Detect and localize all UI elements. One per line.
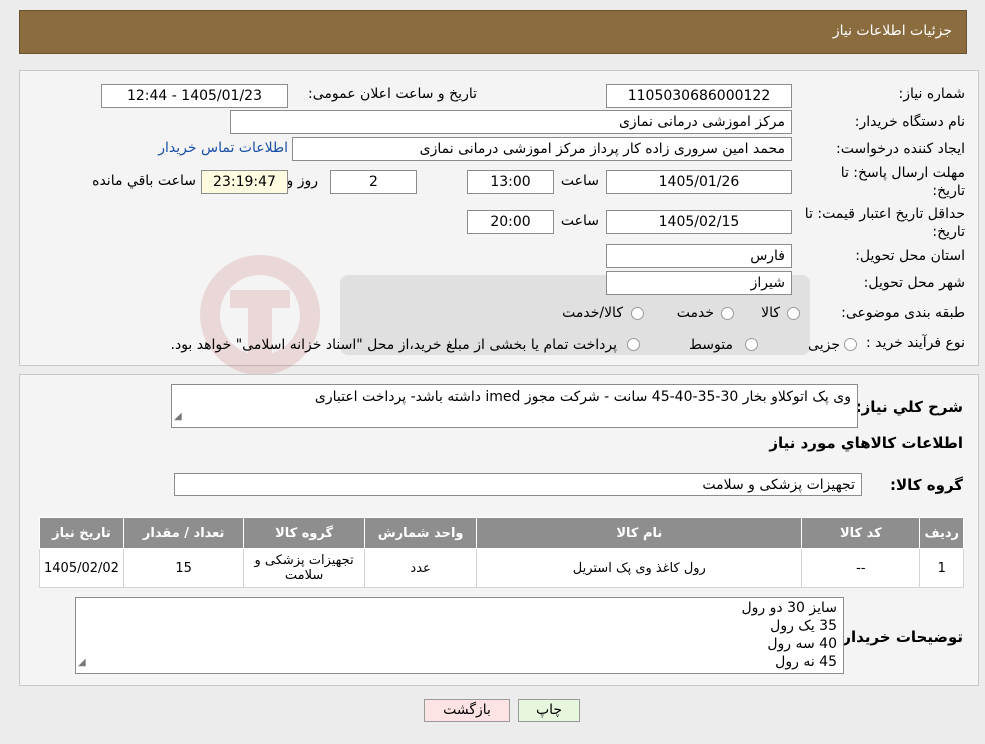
category-goods-label: کالا [761,305,780,321]
price-validity-time-field: 20:00 [467,210,554,234]
col-unit: واحد شمارش [363,517,478,549]
days-remaining-field: 2 [330,170,417,194]
cell-unit: عدد [363,548,478,588]
need-number-field: 1105030686000122 [606,84,792,108]
category-service-radio[interactable] [721,307,734,320]
province-field: فارس [606,244,792,268]
cell-row-number: 1 [919,548,964,588]
description-text: وی پک اتوکلاو بخار 30-35-40-45 سانت - شر… [314,389,851,405]
goods-table-header-row: ردیف کد کالا نام کالا واحد شمارش گروه کا… [39,517,964,549]
cell-need-date: 1405/02/02 [39,548,124,588]
buyer-notes-line: 35 یک رول [770,618,837,634]
creator-label: ایجاد کننده درخواست: [836,141,965,157]
category-goods-service-radio[interactable] [631,307,644,320]
category-goods-service-label: کالا/خدمت [562,305,623,321]
cell-goods-group: تجهیزات پزشکی و سلامت [243,548,365,588]
announce-datetime-field: 1405/01/23 - 12:44 [101,84,288,108]
reply-time-label: ساعت [560,173,599,189]
process-type-label: نوع فرآیند خرید : [866,335,965,351]
resize-grip-icon[interactable]: ◢ [78,654,86,672]
treasury-payment-radio[interactable] [627,338,640,351]
col-goods-group: گروه کالا [243,517,365,549]
process-minor-label: جزیی [808,337,840,353]
price-validity-label-line2: تاریخ: [932,224,965,240]
col-quantity: تعداد / مقدار [122,517,245,549]
price-validity-label: حداقل تاریخ اعتبار قیمت: تا [804,206,965,222]
reply-date-field: 1405/01/26 [606,170,792,194]
buyer-notes-textarea: سایز 30 دو رول 35 یک رول 40 سه رول 45 نه… [75,597,844,674]
price-validity-date-field: 1405/02/15 [606,210,792,234]
col-row-number: ردیف [919,517,964,549]
col-goods-code: کد کالا [801,517,921,549]
city-field: شیراز [606,271,792,295]
table-row: 1 -- رول کاغذ وی پک استریل عدد تجهیزات پ… [39,548,964,588]
resize-grip-icon[interactable]: ◢ [174,408,182,426]
process-medium-radio[interactable] [745,338,758,351]
reply-deadline-label: مهلت ارسال پاسخ: تا [840,165,965,181]
announce-datetime-label: تاریخ و ساعت اعلان عمومی: [308,86,477,102]
page-header: جزئیات اطلاعات نیاز [19,10,967,54]
print-button[interactable]: چاپ [518,699,580,722]
description-label: شرح کلي نياز: [855,398,963,416]
buyer-notes-line: سایز 30 دو رول [741,600,838,616]
goods-group-field: تجهیزات پزشکی و سلامت [174,473,862,496]
goods-info-title: اطلاعات کالاهاي مورد نياز [769,434,963,452]
goods-group-label: گروه کالا: [890,476,963,494]
buyer-contact-link[interactable]: اطلاعات تماس خریدار [158,140,288,156]
remaining-time-label: ساعت باقي مانده [92,173,196,189]
treasury-payment-note: پرداخت تمام یا بخشی از مبلغ خرید،از محل … [170,337,617,353]
buyer-org-field: مرکز اموزشی درمانی نمازی [230,110,792,134]
city-label: شهر محل تحویل: [863,275,965,291]
cell-goods-name: رول کاغذ وی پک استریل [476,548,803,588]
buyer-org-label: نام دستگاه خریدار: [854,114,965,130]
buyer-notes-line: 45 نه رول [775,654,837,670]
price-validity-time-label: ساعت [560,213,599,229]
buyer-notes-label: توضیحات خریدار: [836,628,963,646]
days-label: روز و [286,173,319,189]
reply-deadline-label-line2: تاریخ: [932,183,965,199]
category-service-label: خدمت [676,305,714,321]
category-label: طبقه بندی موضوعی: [841,305,965,321]
process-medium-label: متوسط [689,337,733,353]
province-label: استان محل تحویل: [855,248,965,264]
cell-goods-code: -- [801,548,921,588]
page-title: جزئیات اطلاعات نیاز [832,23,952,39]
col-need-date: تاریخ نیاز [39,517,124,549]
process-minor-radio[interactable] [844,338,857,351]
back-button[interactable]: بازگشت [424,699,510,722]
cell-quantity: 15 [122,548,245,588]
reply-time-field: 13:00 [467,170,554,194]
remaining-time-field: 23:19:47 [201,170,288,194]
buyer-notes-line: 40 سه رول [767,636,837,652]
category-goods-radio[interactable] [787,307,800,320]
col-goods-name: نام کالا [476,517,803,549]
goods-table: ردیف کد کالا نام کالا واحد شمارش گروه کا… [39,517,964,588]
description-textarea: وی پک اتوکلاو بخار 30-35-40-45 سانت - شر… [171,384,858,428]
creator-field: محمد امین سروری زاده کار پرداز مرکز اموز… [292,137,792,161]
need-number-label: شماره نیاز: [898,86,966,102]
